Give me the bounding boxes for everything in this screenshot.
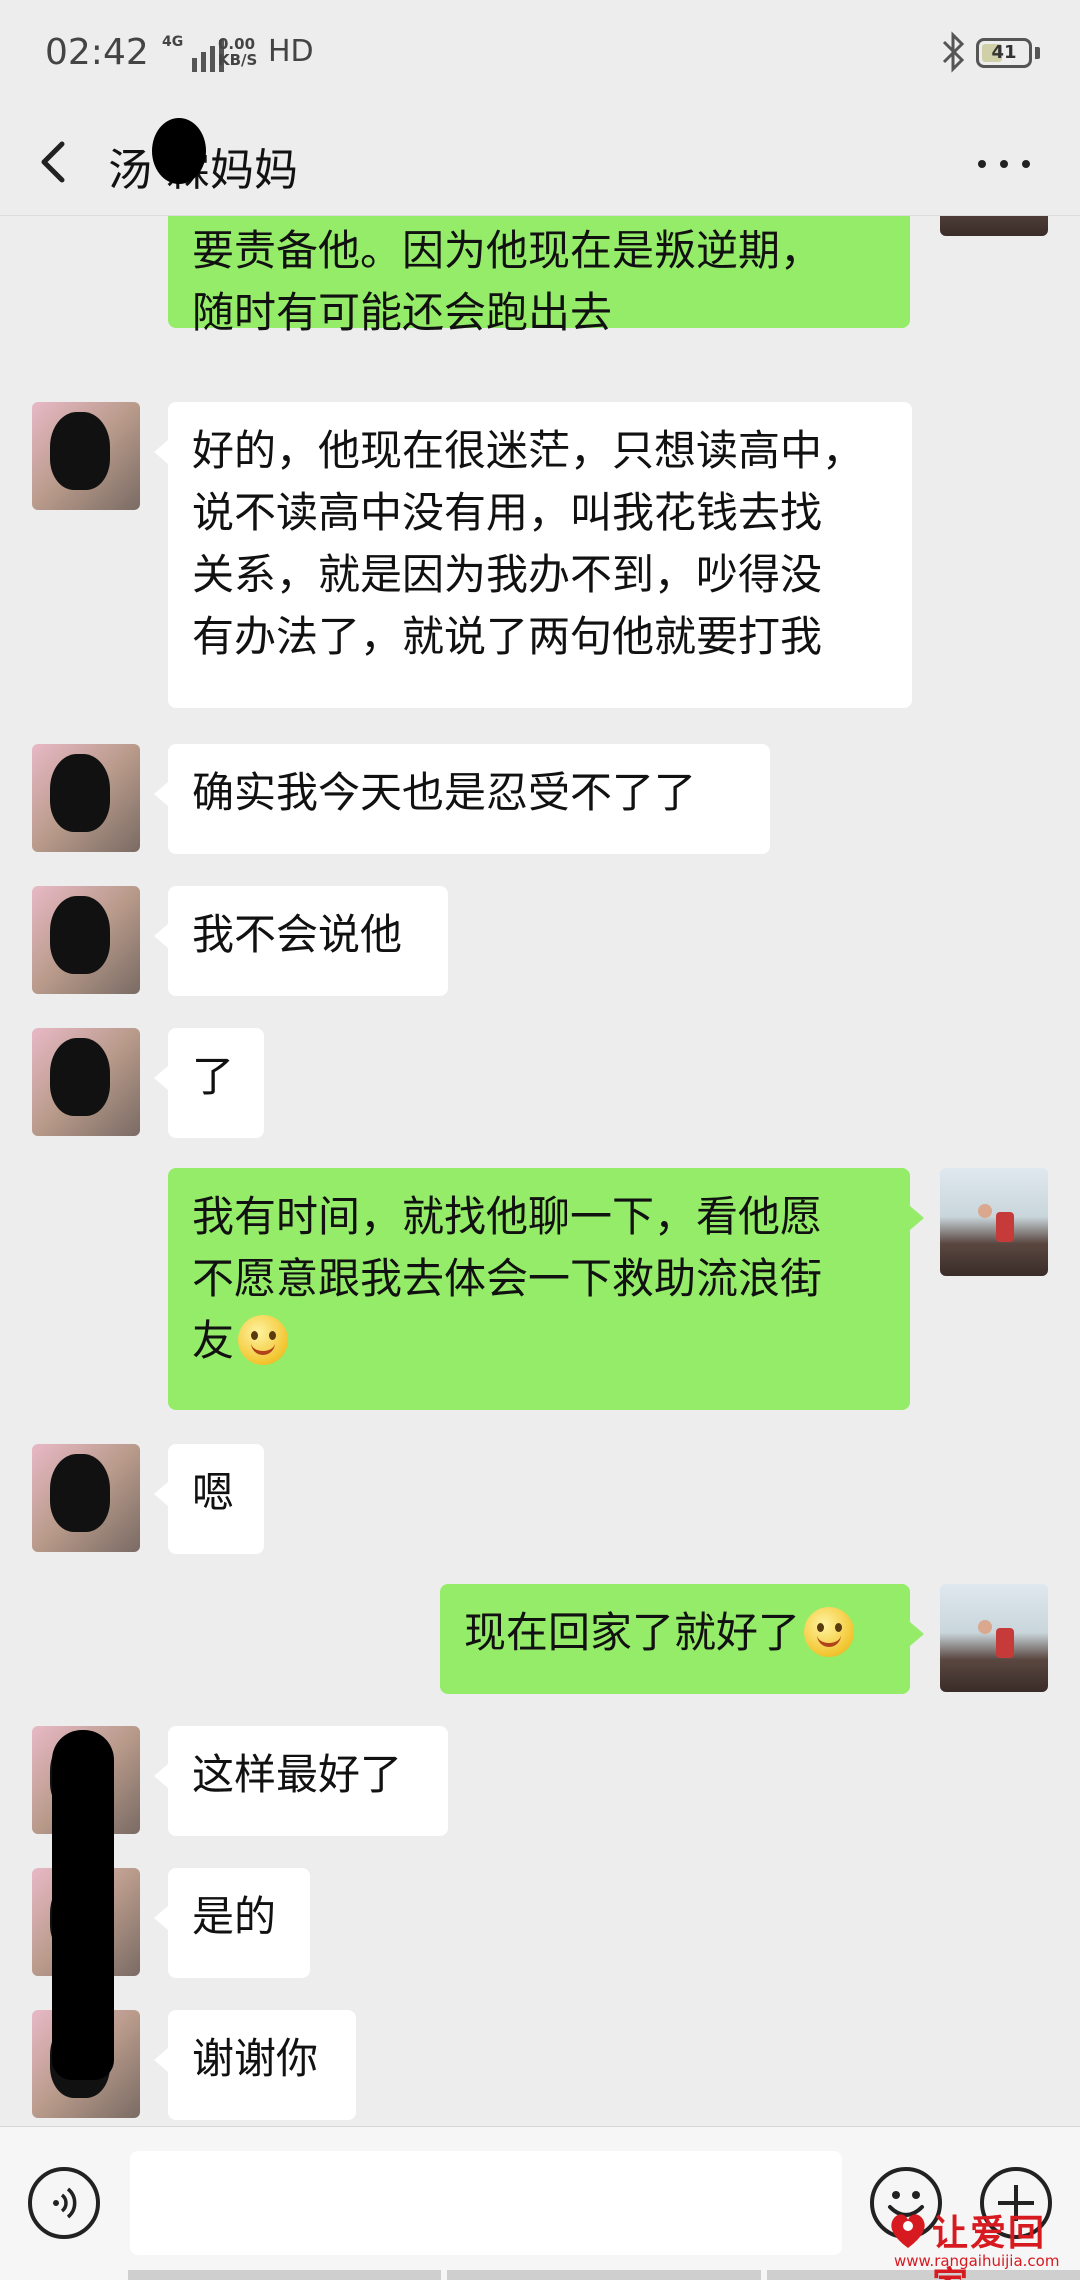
message-bubble[interactable]: 确实我今天也是忍受不了了 bbox=[168, 744, 770, 854]
message-bubble[interactable]: 我不会说他 bbox=[168, 886, 448, 996]
watermark-logo: 让爱回家 www.rangaihuijia.com bbox=[880, 2200, 1080, 2280]
message-bubble[interactable]: 了 bbox=[168, 1028, 264, 1138]
back-button[interactable] bbox=[28, 130, 88, 194]
message-bubble[interactable]: 要责备他。因为他现在是叛逆期， 随时有可能还会跑出去 bbox=[168, 216, 910, 337]
battery-level: 41 bbox=[991, 42, 1017, 63]
message-list[interactable]: 要责备他。因为他现在是叛逆期， 随时有可能还会跑出去 好的，他现在很迷茫，只想读… bbox=[0, 216, 1080, 2126]
bluetooth-icon bbox=[942, 31, 965, 73]
smiley-emoji bbox=[804, 1607, 855, 1657]
contact-avatar[interactable] bbox=[32, 886, 140, 994]
heart-logo-icon bbox=[891, 2214, 925, 2248]
message-bubble[interactable]: 这样最好了 bbox=[168, 1726, 448, 1836]
signal-icon: 4G bbox=[162, 32, 224, 72]
network-speed-value: 0.00 bbox=[218, 35, 256, 53]
message-bubble[interactable]: 谢谢你 bbox=[168, 2010, 356, 2120]
message-bubble[interactable]: 是的 bbox=[168, 1868, 310, 1978]
redaction-mark bbox=[152, 118, 206, 184]
more-dots-icon bbox=[978, 160, 986, 168]
message-text: 现在回家了就好了 bbox=[464, 1608, 801, 1657]
status-time: 02:42 bbox=[45, 32, 149, 73]
network-speed-unit: KB/S bbox=[218, 51, 258, 69]
message-bubble[interactable]: 好的，他现在很迷茫，只想读高中， 说不读高中没有用，叫我花钱去找 关系，就是因为… bbox=[168, 402, 912, 708]
status-bar: 02:42 4G 0.00 KB/S HD 41 bbox=[0, 0, 1080, 110]
chat-header: 汤 霖妈妈 bbox=[0, 110, 1080, 216]
my-avatar[interactable] bbox=[940, 1584, 1048, 1692]
contact-avatar[interactable] bbox=[32, 744, 140, 852]
message-bubble[interactable]: 嗯 bbox=[168, 1444, 264, 1554]
smiley-emoji bbox=[238, 1315, 289, 1365]
contact-avatar[interactable] bbox=[32, 1444, 140, 1552]
network-type: 4G bbox=[162, 34, 184, 50]
message-input[interactable] bbox=[130, 2151, 842, 2255]
more-button[interactable] bbox=[972, 140, 1036, 188]
network-speed: 0.00 KB/S bbox=[218, 36, 257, 68]
voice-icon bbox=[53, 2187, 77, 2219]
chevron-left-icon bbox=[41, 141, 65, 183]
message-bubble[interactable]: 现在回家了就好了 bbox=[440, 1584, 910, 1694]
my-avatar[interactable] bbox=[940, 216, 1048, 236]
voice-button[interactable] bbox=[28, 2167, 100, 2239]
battery-icon: 41 bbox=[976, 38, 1032, 68]
contact-avatar[interactable] bbox=[32, 1028, 140, 1136]
watermark-url: www.rangaihuijia.com bbox=[894, 2252, 1060, 2270]
contact-avatar[interactable] bbox=[32, 402, 140, 510]
my-avatar[interactable] bbox=[940, 1168, 1048, 1276]
redaction-mark bbox=[52, 1730, 114, 2080]
message-bubble[interactable]: 我有时间，就找他聊一下，看他愿 不愿意跟我去体会一下救助流浪街 友 bbox=[168, 1168, 910, 1410]
hd-indicator: HD bbox=[268, 34, 314, 69]
